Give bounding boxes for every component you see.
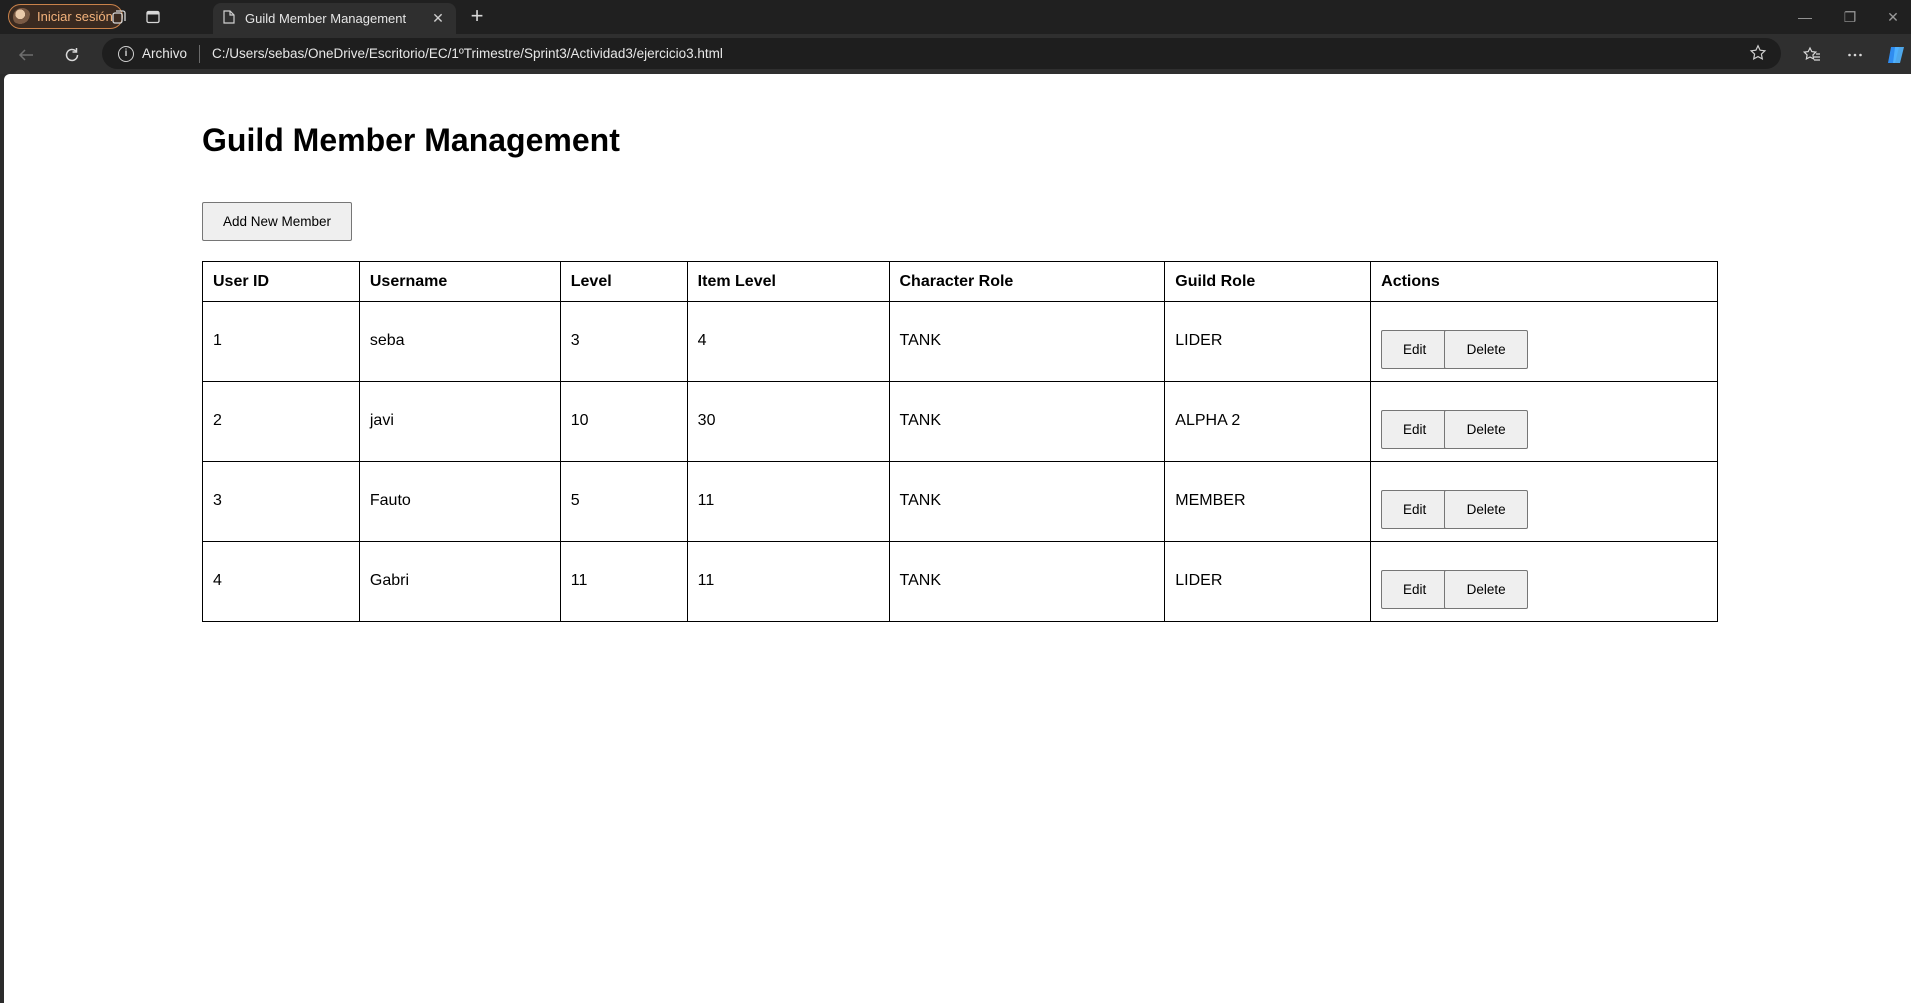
edit-button[interactable]: Edit: [1381, 570, 1449, 609]
reload-icon[interactable]: [60, 43, 84, 67]
cell-level: 10: [559, 381, 688, 462]
avatar: [13, 7, 31, 26]
table-header-row: User ID Username Level Item Level Charac…: [202, 261, 1718, 302]
cell-guild-role: ALPHA 2: [1164, 381, 1372, 462]
column-header-username: Username: [358, 261, 561, 302]
cell-username: javi: [358, 381, 561, 462]
column-header-guild-role: Guild Role: [1164, 261, 1372, 302]
restore-icon[interactable]: ❐: [1835, 6, 1865, 28]
more-options-icon[interactable]: [1843, 43, 1867, 67]
page-viewport: Guild Member Management Add New Member U…: [4, 74, 1911, 1003]
cell-character-role: TANK: [888, 301, 1166, 382]
minimize-icon[interactable]: —: [1790, 6, 1820, 28]
page-title: Guild Member Management: [202, 122, 620, 158]
favorites-icon[interactable]: [1800, 43, 1824, 67]
cell-item-level: 11: [686, 461, 890, 542]
cell-actions: Edit Delete: [1370, 301, 1718, 382]
cell-level: 3: [559, 301, 688, 382]
workspaces-icon[interactable]: [108, 6, 130, 28]
delete-button[interactable]: Delete: [1444, 330, 1529, 369]
cell-item-level: 4: [686, 301, 890, 382]
cell-level: 5: [559, 461, 688, 542]
delete-button[interactable]: Delete: [1444, 570, 1529, 609]
cell-user-id: 2: [202, 381, 360, 462]
cell-username: Gabri: [358, 541, 561, 622]
window-close-icon[interactable]: ✕: [1878, 6, 1908, 28]
address-toolbar: i Archivo C:/Users/sebas/OneDrive/Escrit…: [0, 34, 1911, 74]
column-header-item-level: Item Level: [686, 261, 890, 302]
column-header-user-id: User ID: [202, 261, 360, 302]
edit-button[interactable]: Edit: [1381, 330, 1449, 369]
address-bar[interactable]: i Archivo C:/Users/sebas/OneDrive/Escrit…: [102, 38, 1781, 69]
tab-strip: Iniciar sesión Guild Member Management ✕…: [0, 0, 1911, 34]
close-tab-icon[interactable]: ✕: [430, 10, 446, 27]
tab-guild-member-management[interactable]: Guild Member Management ✕: [213, 3, 456, 34]
address-divider: [199, 44, 201, 63]
tab-actions-icon[interactable]: [142, 6, 164, 28]
cell-item-level: 30: [686, 381, 890, 462]
page-icon: [223, 10, 235, 27]
cell-guild-role: LIDER: [1164, 301, 1372, 382]
tab-title: Guild Member Management: [245, 11, 407, 26]
delete-button[interactable]: Delete: [1444, 490, 1529, 529]
cell-actions: Edit Delete: [1370, 381, 1718, 462]
cell-character-role: TANK: [888, 381, 1166, 462]
column-header-level: Level: [559, 261, 688, 302]
address-url: C:/Users/sebas/OneDrive/Escritorio/EC/1º…: [212, 46, 723, 61]
favorite-star-icon[interactable]: [1749, 44, 1769, 64]
cell-user-id: 4: [202, 541, 360, 622]
back-arrow-icon[interactable]: [14, 43, 38, 67]
cell-character-role: TANK: [888, 461, 1166, 542]
cell-user-id: 3: [202, 461, 360, 542]
cell-character-role: TANK: [888, 541, 1166, 622]
edit-button[interactable]: Edit: [1381, 490, 1449, 529]
table-row: 1 seba 3 4 TANK LIDER Edit Delete: [202, 301, 1718, 382]
profile-button[interactable]: Iniciar sesión: [8, 4, 123, 29]
new-tab-icon[interactable]: +: [465, 5, 489, 29]
cell-level: 11: [559, 541, 688, 622]
members-table: User ID Username Level Item Level Charac…: [202, 261, 1718, 622]
cell-guild-role: MEMBER: [1164, 461, 1372, 542]
table-row: 2 javi 10 30 TANK ALPHA 2 Edit Delete: [202, 381, 1718, 462]
edit-button[interactable]: Edit: [1381, 410, 1449, 449]
cell-item-level: 11: [686, 541, 890, 622]
cell-guild-role: LIDER: [1164, 541, 1372, 622]
column-header-actions: Actions: [1370, 261, 1718, 302]
table-row: 3 Fauto 5 11 TANK MEMBER Edit Delete: [202, 461, 1718, 542]
delete-button[interactable]: Delete: [1444, 410, 1529, 449]
cell-actions: Edit Delete: [1370, 461, 1718, 542]
table-row: 4 Gabri 11 11 TANK LIDER Edit Delete: [202, 541, 1718, 622]
column-header-character-role: Character Role: [888, 261, 1166, 302]
add-member-button[interactable]: Add New Member: [202, 202, 352, 241]
cell-username: Fauto: [358, 461, 561, 542]
cell-actions: Edit Delete: [1370, 541, 1718, 622]
cell-username: seba: [358, 301, 561, 382]
info-icon[interactable]: i: [118, 45, 134, 62]
profile-label: Iniciar sesión: [37, 9, 113, 24]
address-scheme: Archivo: [142, 46, 188, 61]
copilot-icon[interactable]: [1884, 43, 1908, 67]
cell-user-id: 1: [202, 301, 360, 382]
